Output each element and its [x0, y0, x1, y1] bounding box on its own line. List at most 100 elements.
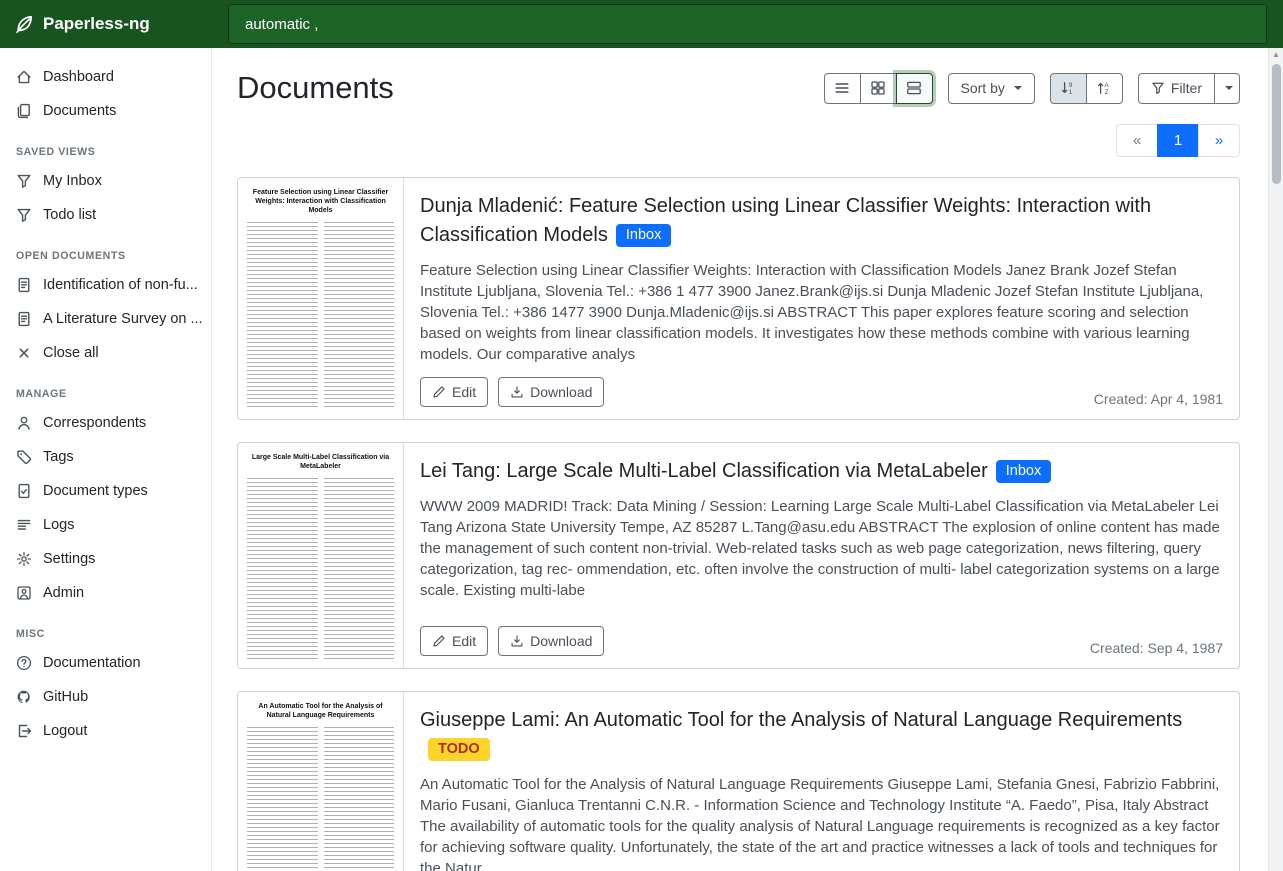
edit-button[interactable]: Edit	[420, 377, 488, 407]
tag-badge-inbox[interactable]: Inbox	[996, 460, 1051, 484]
thumbnail-title: An Automatic Tool for the Analysis of Na…	[247, 702, 394, 720]
pagination-page-1[interactable]: 1	[1157, 124, 1199, 157]
brand[interactable]: Paperless-ng	[0, 14, 212, 34]
manage-heading: MANAGE	[0, 370, 211, 406]
sidebar-item-label: Logs	[43, 517, 74, 533]
scrollbar-thumb[interactable]	[1272, 64, 1281, 184]
pencil-icon	[432, 385, 446, 399]
sidebar-item-label: Tags	[43, 449, 74, 465]
sidebar-item-label: A Literature Survey on ...	[43, 311, 203, 327]
list-view-icon	[834, 80, 850, 96]
sidebar-item-tags[interactable]: Tags	[0, 440, 211, 474]
sort-alpha-icon	[1096, 80, 1112, 96]
list-icon	[16, 517, 32, 533]
scrollbar[interactable]: ▲	[1268, 48, 1283, 871]
scrollbar-up-arrow[interactable]: ▲	[1272, 48, 1280, 62]
sidebar-item-logout[interactable]: Logout	[0, 714, 211, 748]
sidebar-item-label: GitHub	[43, 689, 88, 705]
global-search-input[interactable]	[228, 4, 1267, 44]
main-content: Documents Sort by Filter	[212, 48, 1268, 871]
page-title: Documents	[237, 70, 394, 106]
saved-views-heading: SAVED VIEWS	[0, 128, 211, 164]
document-thumbnail[interactable]: An Automatic Tool for the Analysis of Na…	[238, 692, 404, 871]
saved-view-icon	[16, 207, 32, 223]
tag-badge-todo[interactable]: TODO	[428, 738, 490, 762]
document-excerpt: Feature Selection using Linear Classifie…	[420, 260, 1223, 365]
sidebar-item-settings[interactable]: Settings	[0, 542, 211, 576]
gear-icon	[16, 551, 32, 567]
sidebar-item-logs[interactable]: Logs	[0, 508, 211, 542]
sidebar-item-documents[interactable]: Documents	[0, 94, 211, 128]
filter-dropdown-toggle[interactable]	[1214, 73, 1240, 104]
documents-toolbar: Sort by Filter	[824, 73, 1240, 104]
pagination-next[interactable]: »	[1198, 124, 1240, 157]
file-text-icon	[16, 277, 32, 293]
sidebar-item-admin[interactable]: Admin	[0, 576, 211, 610]
view-details-button[interactable]	[896, 73, 933, 104]
sidebar-open-document-2[interactable]: A Literature Survey on ...	[0, 302, 211, 336]
document-list: Feature Selection using Linear Classifie…	[237, 177, 1240, 871]
filter-button[interactable]: Filter	[1138, 73, 1215, 104]
document-card: Feature Selection using Linear Classifie…	[237, 177, 1240, 420]
document-title-link[interactable]: Giuseppe Lami: An Automatic Tool for the…	[420, 709, 1182, 731]
document-title-link[interactable]: Lei Tang: Large Scale Multi-Label Classi…	[420, 460, 988, 482]
sidebar-item-label: Todo list	[43, 207, 96, 223]
sidebar-item-todo-list[interactable]: Todo list	[0, 198, 211, 232]
sidebar-item-label: My Inbox	[43, 173, 102, 189]
sidebar-item-github[interactable]: GitHub	[0, 680, 211, 714]
question-circle-icon	[16, 655, 32, 671]
sidebar-item-correspondents[interactable]: Correspondents	[0, 406, 211, 440]
download-button[interactable]: Download	[498, 377, 604, 407]
thumbnail-title: Feature Selection using Linear Classifie…	[247, 188, 394, 215]
document-thumbnail[interactable]: Feature Selection using Linear Classifie…	[238, 178, 404, 419]
download-button[interactable]: Download	[498, 626, 604, 656]
view-list-button[interactable]	[824, 73, 861, 104]
pencil-icon	[432, 634, 446, 648]
sidebar-item-dashboard[interactable]: Dashboard	[0, 60, 211, 94]
sidebar-item-documentation[interactable]: Documentation	[0, 646, 211, 680]
created-date: Created: Sep 4, 1987	[1090, 640, 1223, 656]
sidebar-item-label: Dashboard	[43, 69, 114, 85]
document-excerpt: An Automatic Tool for the Analysis of Na…	[420, 774, 1223, 871]
document-card: Large Scale Multi-Label Classification v…	[237, 442, 1240, 669]
view-grid-button[interactable]	[860, 73, 897, 104]
sidebar-item-label: Documentation	[43, 655, 141, 671]
person-icon	[16, 415, 32, 431]
sidebar-item-document-types[interactable]: Document types	[0, 474, 211, 508]
file-check-icon	[16, 483, 32, 499]
pagination: « 1 »	[237, 124, 1240, 157]
sidebar: Dashboard Documents SAVED VIEWS My Inbox…	[0, 48, 212, 871]
saved-view-icon	[16, 173, 32, 189]
sidebar-item-label: Documents	[43, 103, 116, 119]
thumbnail-text-lines	[247, 222, 394, 410]
sidebar-item-label: Logout	[43, 723, 87, 739]
sidebar-item-close-all[interactable]: Close all	[0, 336, 211, 370]
document-thumbnail[interactable]: Large Scale Multi-Label Classification v…	[238, 443, 404, 668]
sidebar-item-label: Close all	[43, 345, 99, 361]
grid-view-icon	[870, 80, 886, 96]
sort-numeric-desc-button[interactable]	[1050, 73, 1087, 104]
sidebar-item-my-inbox[interactable]: My Inbox	[0, 164, 211, 198]
misc-heading: MISC	[0, 610, 211, 646]
view-mode-group	[824, 73, 933, 104]
paperless-logo-icon	[14, 14, 34, 34]
document-excerpt: WWW 2009 MADRID! Track: Data Mining / Se…	[420, 496, 1223, 601]
sidebar-open-document-1[interactable]: Identification of non-fu...	[0, 268, 211, 302]
thumbnail-text-lines	[247, 478, 394, 659]
thumbnail-text-lines	[247, 727, 394, 871]
document-card: An Automatic Tool for the Analysis of Na…	[237, 691, 1240, 871]
github-icon	[16, 689, 32, 705]
sidebar-item-label: Document types	[43, 483, 148, 499]
edit-button[interactable]: Edit	[420, 626, 488, 656]
dashboard-icon	[16, 69, 32, 85]
sort-by-dropdown[interactable]: Sort by	[948, 73, 1035, 104]
document-title-link[interactable]: Dunja Mladenić: Feature Selection using …	[420, 195, 1151, 246]
sidebar-item-label: Settings	[43, 551, 95, 567]
logout-icon	[16, 723, 32, 739]
details-view-icon	[906, 80, 922, 96]
tag-badge-inbox[interactable]: Inbox	[616, 224, 671, 248]
sort-alpha-asc-button[interactable]	[1086, 73, 1123, 104]
close-icon	[16, 345, 32, 361]
brand-name: Paperless-ng	[43, 14, 150, 34]
tag-icon	[16, 449, 32, 465]
